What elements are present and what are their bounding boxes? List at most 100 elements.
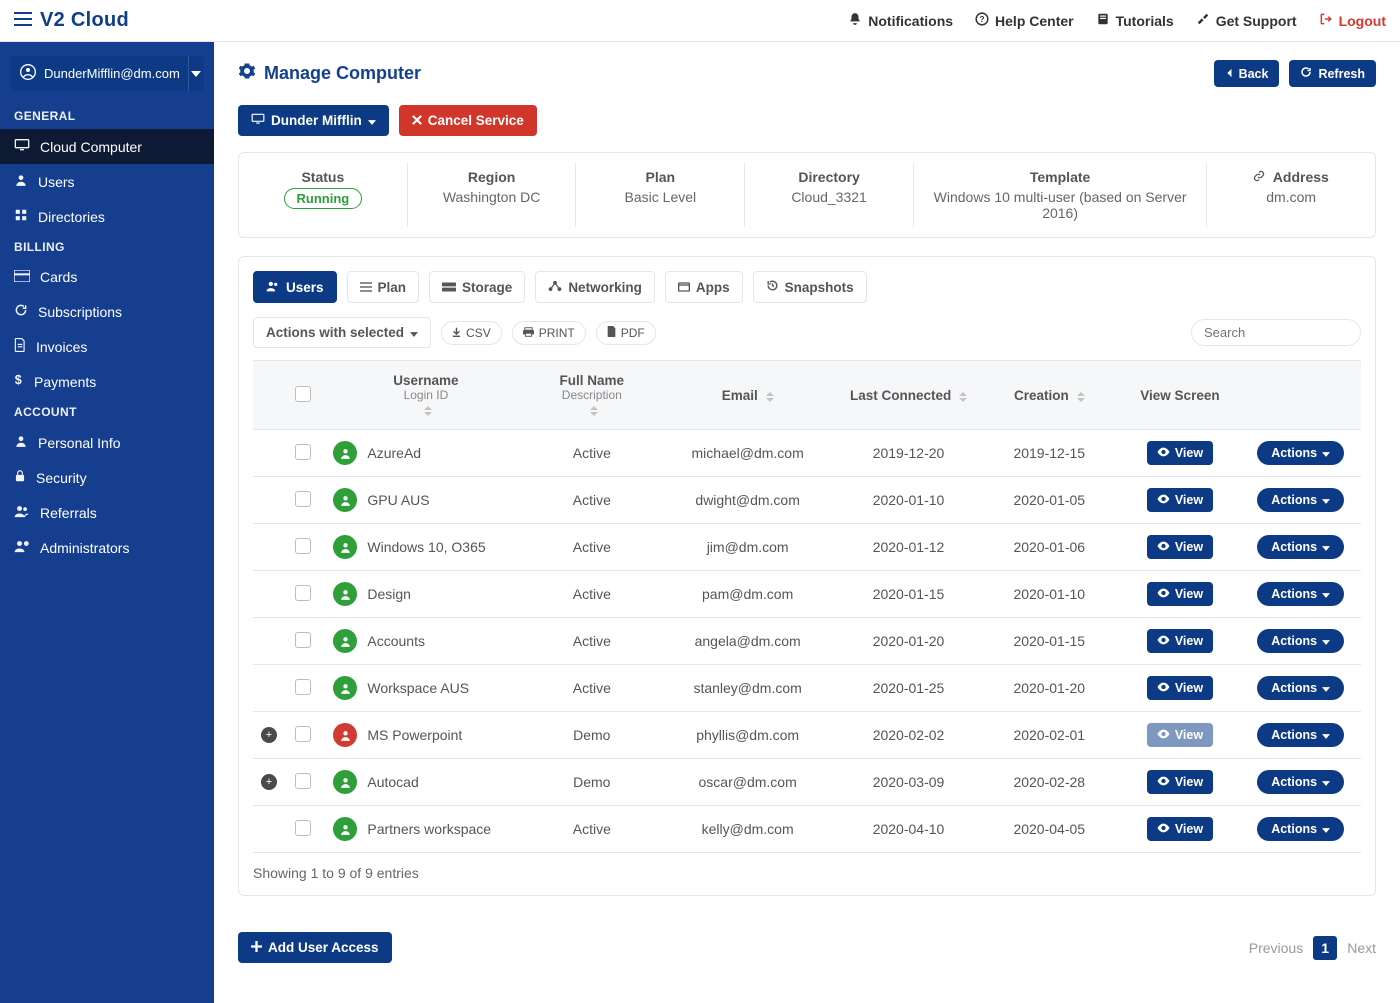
notifications-link[interactable]: Notifications (848, 12, 953, 29)
view-screen-button[interactable]: View (1147, 770, 1213, 794)
username-text: Workspace AUS (367, 680, 469, 696)
sidebar-item-payments[interactable]: $ Payments (0, 364, 214, 399)
th-fullname[interactable]: Full Name Description (526, 361, 657, 430)
eye-icon (1157, 587, 1170, 601)
print-chip[interactable]: PRINT (512, 321, 586, 345)
tab-plan[interactable]: Plan (347, 271, 420, 303)
view-screen-button[interactable]: View (1147, 676, 1213, 700)
sidebar-item-cards[interactable]: Cards (0, 260, 214, 294)
tabs: Users Plan Storage Networking Apps (253, 271, 1361, 303)
tutorials-link[interactable]: Tutorials (1096, 12, 1174, 29)
cell-checkbox[interactable] (281, 524, 325, 571)
view-screen-button[interactable]: View (1147, 723, 1213, 747)
tab-snapshots[interactable]: Snapshots (753, 271, 867, 303)
eye-icon (1157, 540, 1170, 554)
book-icon (1096, 12, 1110, 29)
sidebar-item-security[interactable]: Security (0, 460, 214, 495)
help-center-link[interactable]: ? Help Center (975, 12, 1074, 29)
view-screen-button[interactable]: View (1147, 488, 1213, 512)
page-head: Manage Computer Back Refresh (238, 60, 1376, 87)
row-actions-dropdown[interactable]: Actions (1257, 723, 1344, 747)
chevron-down-icon (410, 325, 418, 340)
sidebar-item-label: Administrators (40, 540, 129, 556)
row-actions-dropdown[interactable]: Actions (1257, 488, 1344, 512)
account-selector[interactable]: DunderMifflin@dm.com (10, 56, 204, 91)
sidebar-item-users[interactable]: Users (0, 164, 214, 199)
cell-actions: Actions (1240, 618, 1361, 665)
cell-creation: 2020-01-20 (979, 665, 1120, 712)
pagination-prev[interactable]: Previous (1249, 940, 1303, 956)
actions-with-selected-dropdown[interactable]: Actions with selected (253, 317, 431, 348)
sidebar-item-referrals[interactable]: Referrals (0, 495, 214, 530)
get-support-link[interactable]: Get Support (1196, 12, 1297, 29)
view-screen-button[interactable]: View (1147, 441, 1213, 465)
refresh-button[interactable]: Refresh (1289, 60, 1376, 87)
cell-checkbox[interactable] (281, 477, 325, 524)
cell-username: AzureAd (325, 430, 526, 477)
tab-storage[interactable]: Storage (429, 271, 525, 303)
cell-expand (253, 806, 281, 853)
cell-checkbox[interactable] (281, 806, 325, 853)
cell-status: Active (526, 430, 657, 477)
link-icon (1253, 169, 1265, 185)
search-input[interactable] (1191, 319, 1361, 346)
th-checkbox[interactable] (281, 361, 325, 430)
computer-actions-row: Dunder Mifflin Cancel Service (238, 105, 1376, 136)
row-actions-dropdown[interactable]: Actions (1257, 441, 1344, 465)
th-username[interactable]: Username Login ID (325, 361, 526, 430)
refresh-icon (1300, 66, 1312, 81)
actions-label: Actions (1271, 681, 1317, 695)
cell-status: Active (526, 571, 657, 618)
cancel-service-button[interactable]: Cancel Service (399, 105, 537, 136)
add-user-access-button[interactable]: Add User Access (238, 932, 392, 963)
back-button[interactable]: Back (1214, 60, 1280, 87)
sidebar-item-personal-info[interactable]: Personal Info (0, 425, 214, 460)
logout-link[interactable]: Logout (1319, 12, 1386, 29)
row-actions-dropdown[interactable]: Actions (1257, 535, 1344, 559)
tab-apps[interactable]: Apps (665, 271, 743, 303)
view-screen-button[interactable]: View (1147, 582, 1213, 606)
chevron-down-icon (1322, 775, 1330, 789)
cell-checkbox[interactable] (281, 759, 325, 806)
computer-dropdown[interactable]: Dunder Mifflin (238, 105, 389, 136)
hamburger-icon[interactable] (14, 12, 32, 29)
info-value: Washington DC (414, 189, 570, 205)
info-plan: Plan Basic Level (575, 163, 744, 227)
cell-checkbox[interactable] (281, 430, 325, 477)
view-screen-button[interactable]: View (1147, 817, 1213, 841)
sidebar-item-directories[interactable]: Directories (0, 199, 214, 234)
th-expand (253, 361, 281, 430)
cell-checkbox[interactable] (281, 571, 325, 618)
cell-username: Accounts (325, 618, 526, 665)
actions-label: Actions (1271, 587, 1317, 601)
cell-expand[interactable]: + (253, 759, 281, 806)
cell-email: dwight@dm.com (657, 477, 838, 524)
view-label: View (1175, 775, 1203, 789)
row-actions-dropdown[interactable]: Actions (1257, 676, 1344, 700)
cell-checkbox[interactable] (281, 665, 325, 712)
pagination-current[interactable]: 1 (1313, 936, 1337, 960)
th-creation[interactable]: Creation (979, 361, 1120, 430)
cell-expand[interactable]: + (253, 712, 281, 759)
table-row: + MS Powerpoint Demo phyllis@dm.com 2020… (253, 712, 1361, 759)
row-actions-dropdown[interactable]: Actions (1257, 582, 1344, 606)
pagination-next[interactable]: Next (1347, 940, 1376, 956)
export-csv-chip[interactable]: CSV (441, 321, 502, 345)
view-screen-button[interactable]: View (1147, 535, 1213, 559)
sidebar-item-cloud-computer[interactable]: Cloud Computer (0, 129, 214, 164)
sidebar-item-invoices[interactable]: Invoices (0, 329, 214, 364)
row-actions-dropdown[interactable]: Actions (1257, 817, 1344, 841)
th-last-connected[interactable]: Last Connected (838, 361, 979, 430)
view-screen-button[interactable]: View (1147, 629, 1213, 653)
tab-users[interactable]: Users (253, 271, 337, 303)
row-actions-dropdown[interactable]: Actions (1257, 629, 1344, 653)
row-actions-dropdown[interactable]: Actions (1257, 770, 1344, 794)
export-pdf-chip[interactable]: PDF (596, 321, 656, 345)
cell-checkbox[interactable] (281, 618, 325, 665)
sidebar-item-subscriptions[interactable]: Subscriptions (0, 294, 214, 329)
tab-networking[interactable]: Networking (535, 271, 655, 303)
sidebar-item-administrators[interactable]: Administrators (0, 530, 214, 565)
th-email[interactable]: Email (657, 361, 838, 430)
table-row: GPU AUS Active dwight@dm.com 2020-01-10 … (253, 477, 1361, 524)
cell-checkbox[interactable] (281, 712, 325, 759)
